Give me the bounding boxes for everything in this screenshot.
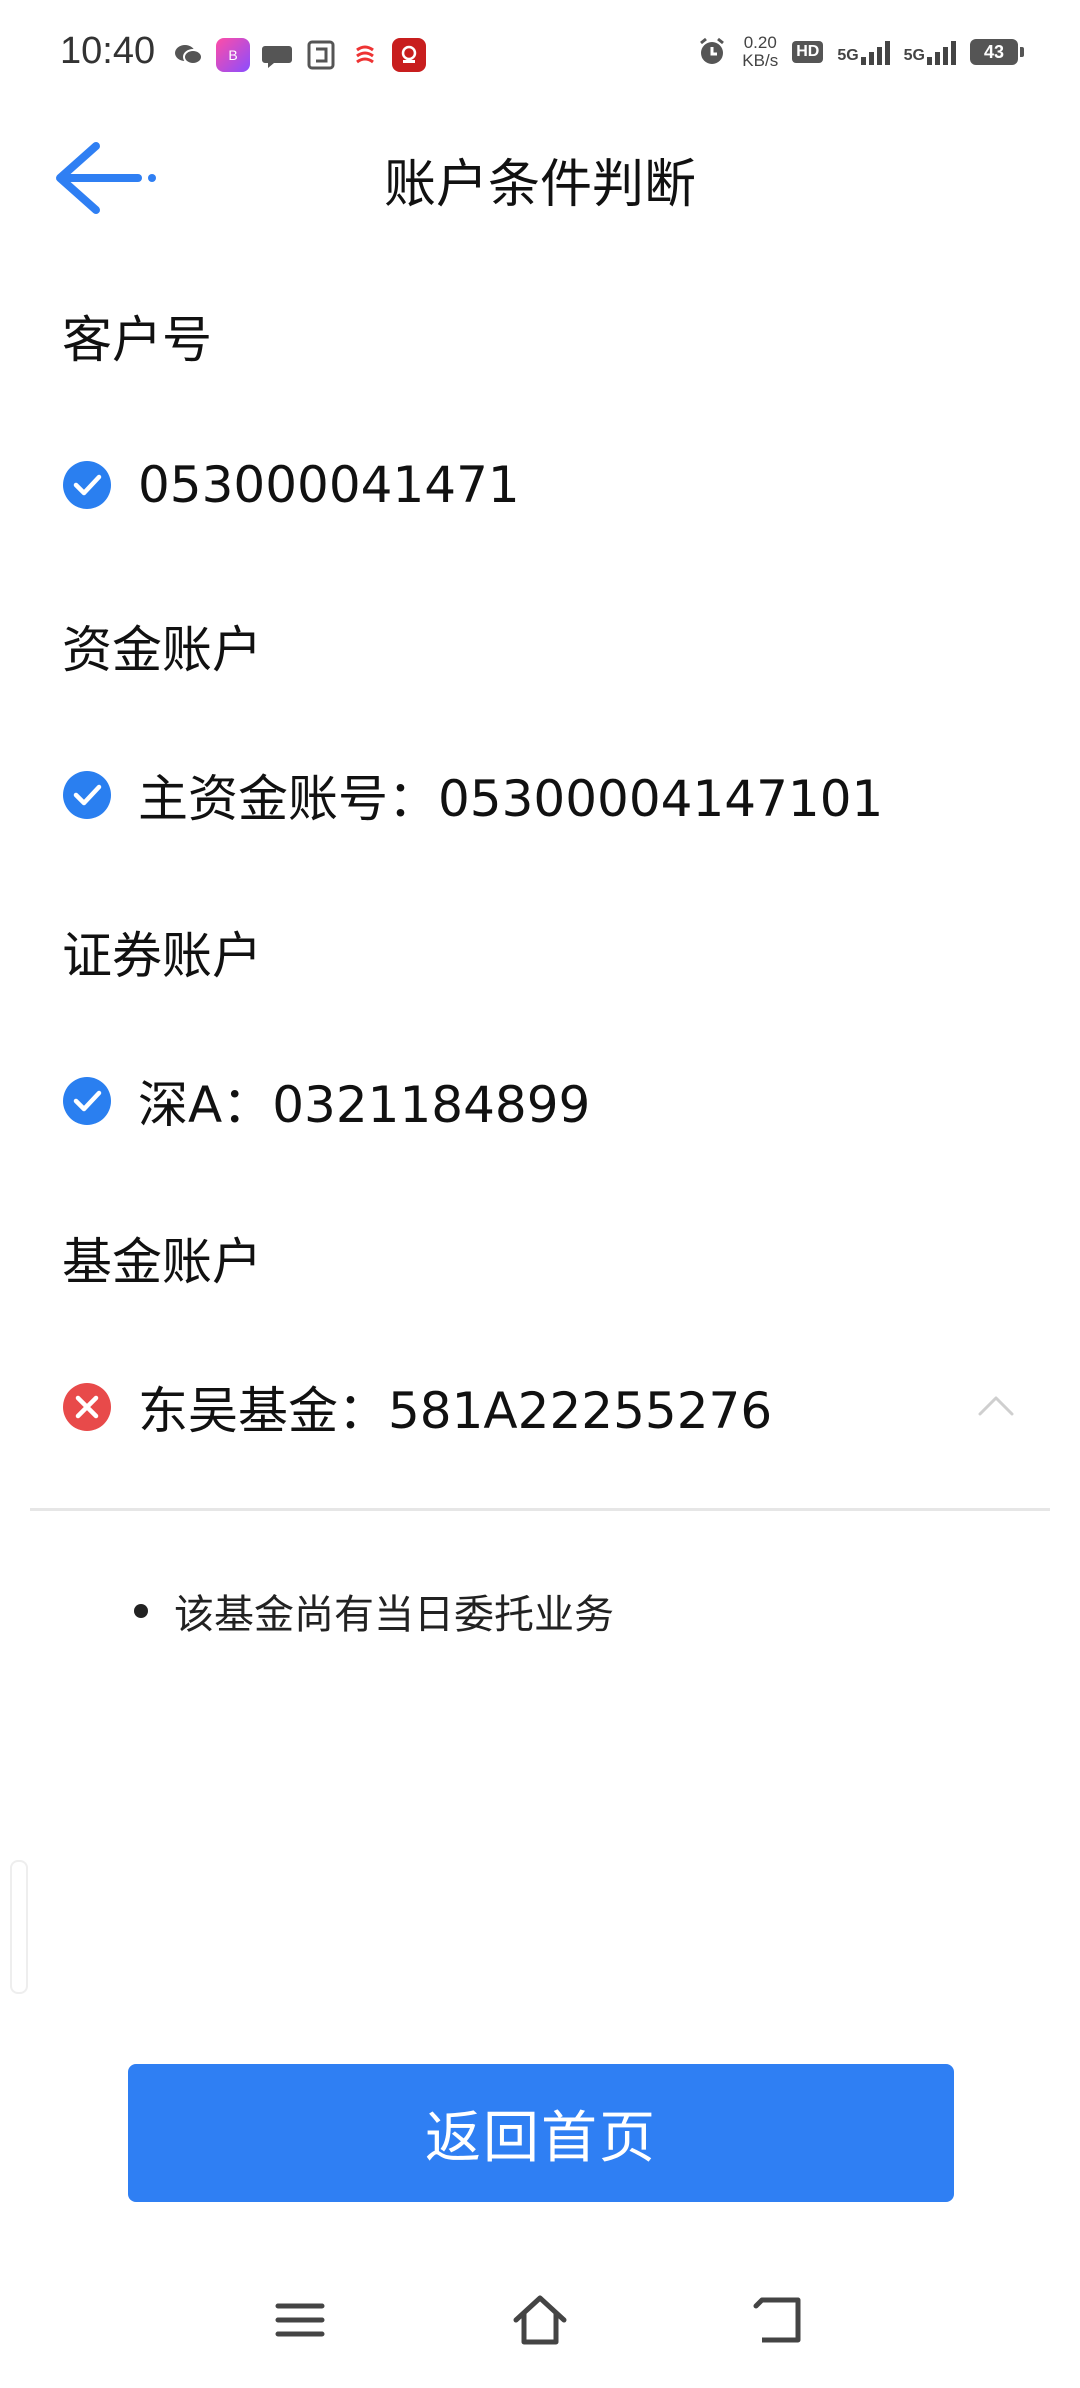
status-bar: 10:40 B 0.20 KB/s HD 5G 5G 43 (0, 0, 1080, 120)
scroll-indicator (10, 1860, 28, 1994)
alarm-icon (700, 37, 725, 64)
customer-number: 053000041471 (138, 456, 520, 514)
bank-red-app-icon (392, 38, 426, 72)
shenzhou-app-icon (348, 38, 382, 72)
system-icons: 0.20 KB/s HD 5G 5G 43 (696, 33, 1024, 70)
section-title-securities: 证券账户 (62, 927, 262, 985)
battery-icon: 43 (970, 39, 1024, 65)
wechat-icon (172, 38, 206, 72)
page-title: 账户条件判断 (383, 155, 696, 215)
net-speed: 0.20 KB/s (742, 33, 779, 70)
back-icon (753, 2297, 801, 2343)
notification-icons: B (172, 38, 426, 72)
chevron-up-icon[interactable] (974, 1384, 1018, 1428)
home-nav-button[interactable] (510, 2290, 570, 2350)
shenzhen-a-account: 深A：0321184899 (138, 1076, 591, 1134)
system-navigation-bar (0, 2280, 1080, 2370)
securities-account-row: 深A：0321184899 (62, 1056, 1018, 1146)
check-circle-icon (63, 1077, 111, 1125)
dongwu-fund-account: 东吴基金：581A22255276 (138, 1382, 773, 1440)
menu-nav-button[interactable] (270, 2290, 330, 2350)
fund-error-text: 该基金尚有当日委托业务 (174, 1592, 614, 1638)
bullet-icon (134, 1604, 148, 1618)
signal-sim1: 5G (837, 39, 890, 65)
back-nav-button[interactable] (750, 2290, 810, 2350)
main-fund-account-number: 主资金账号：05300004147101 (138, 770, 884, 828)
app-box-icon (304, 38, 338, 72)
customer-number-row: 053000041471 (62, 440, 1018, 530)
status-time: 10:40 (60, 30, 156, 72)
section-title-customer: 客户号 (62, 311, 212, 369)
divider (30, 1508, 1050, 1511)
header-bar: 账户条件判断 (0, 120, 1080, 236)
hd-icon: HD (792, 41, 824, 63)
signal-sim2: 5G (904, 39, 956, 65)
check-circle-icon (63, 461, 111, 509)
return-home-button[interactable]: 返回首页 (128, 2064, 954, 2202)
check-circle-icon (63, 771, 111, 819)
section-title-fund-account: 资金账户 (62, 621, 262, 679)
menu-icon (275, 2303, 325, 2337)
bank-app-icon: B (216, 38, 250, 72)
fund-account-row: 主资金账号：05300004147101 (62, 750, 1018, 840)
section-title-fund: 基金账户 (62, 1233, 262, 1291)
fund-error-note: 该基金尚有当日委托业务 (134, 1582, 614, 1640)
message-icon (260, 38, 294, 72)
error-circle-icon (63, 1383, 111, 1431)
fund-account-item-row[interactable]: 东吴基金：581A22255276 (62, 1362, 1018, 1452)
home-icon (513, 2295, 567, 2345)
